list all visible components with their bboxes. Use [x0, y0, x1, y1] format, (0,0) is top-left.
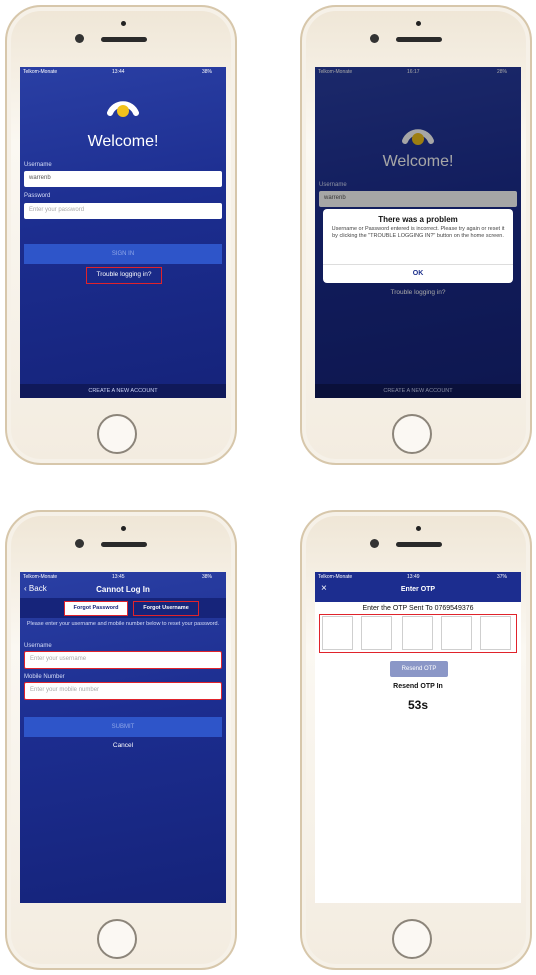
password-label: Password — [24, 193, 51, 199]
sensor-dot — [121, 21, 126, 26]
trouble-logging-in-link[interactable]: Trouble logging in? — [86, 267, 162, 284]
otp-digit-1[interactable] — [322, 616, 353, 650]
status-bar: Telkom-Monate 13:49 37% — [315, 572, 521, 582]
cancel-link[interactable]: Cancel — [20, 742, 226, 749]
battery-percent: 38% — [201, 69, 212, 75]
sensor-dot — [121, 526, 126, 531]
otp-header: Telkom-Monate 13:49 37% × Enter OTP — [315, 572, 521, 602]
page-title: Cannot Log In — [96, 585, 150, 594]
otp-digit-4[interactable] — [441, 616, 472, 650]
clock: 13:49 — [407, 574, 420, 580]
dialog-ok-button[interactable]: OK — [323, 264, 513, 283]
status-bar: Telkom-Monate 13:44 38% — [20, 67, 226, 77]
home-button — [392, 919, 432, 959]
username-input[interactable]: Enter your username — [24, 651, 222, 669]
battery-percent: 37% — [496, 574, 507, 580]
username-label: Username — [24, 643, 52, 649]
earpiece-speaker — [101, 542, 147, 547]
login-screen: Telkom-Monate 13:44 38% Welcome! Usernam… — [20, 67, 226, 398]
cannot-log-in-screen: Telkom-Monate 13:45 38% ‹ Back Cannot Lo… — [20, 572, 226, 903]
earpiece-speaker — [396, 37, 442, 42]
error-screen: Telkom-Monate 16:17 28% Welcome! Usernam… — [315, 67, 521, 398]
countdown-timer: 53s — [407, 698, 429, 712]
home-button — [392, 414, 432, 454]
front-camera — [75, 34, 84, 43]
clock: 13:45 — [112, 574, 125, 580]
nav-bar: ‹ Back Cannot Log In — [20, 582, 226, 598]
carrier-label: Telkom-Monate — [23, 69, 58, 75]
phone-frame-cannot-log-in: Telkom-Monate 13:45 38% ‹ Back Cannot Lo… — [5, 510, 237, 970]
tab-forgot-password[interactable]: Forgot Password — [64, 601, 128, 616]
reset-instructions: Please enter your username and mobile nu… — [26, 621, 220, 627]
front-camera — [370, 539, 379, 548]
tab-bar: Forgot Password Forgot Username — [20, 598, 226, 618]
welcome-heading: Welcome! — [87, 133, 159, 150]
status-bar: Telkom-Monate 13:45 38% — [20, 572, 226, 582]
otp-prompt: Enter the OTP Sent To 0769549376 — [362, 605, 474, 612]
otp-digit-5[interactable] — [480, 616, 511, 650]
resend-otp-label: Resend OTP In — [393, 683, 443, 690]
phone-frame-error: Telkom-Monate 16:17 28% Welcome! Usernam… — [300, 5, 532, 465]
clock: 13:44 — [112, 69, 125, 75]
front-camera — [370, 34, 379, 43]
otp-digit-3[interactable] — [402, 616, 433, 650]
mobile-number-label: Mobile Number — [24, 674, 65, 680]
mobile-number-input[interactable]: Enter your mobile number — [24, 682, 222, 700]
otp-digit-2[interactable] — [361, 616, 392, 650]
resend-otp-button[interactable]: Resend OTP — [390, 661, 448, 677]
home-button — [97, 919, 137, 959]
sign-in-button[interactable]: SIGN IN — [24, 244, 222, 264]
carrier-label: Telkom-Monate — [318, 574, 353, 580]
home-button — [97, 414, 137, 454]
dialog-message: Username or Password entered is incorrec… — [331, 226, 505, 239]
otp-screen: Telkom-Monate 13:49 37% × Enter OTP Ente… — [315, 572, 521, 903]
dialog-title: There was a problem — [378, 215, 458, 224]
phone-frame-otp: Telkom-Monate 13:49 37% × Enter OTP Ente… — [300, 510, 532, 970]
submit-button[interactable]: SUBMIT — [24, 717, 222, 737]
sensor-dot — [416, 526, 421, 531]
username-field[interactable]: warrenb — [24, 171, 222, 187]
earpiece-speaker — [101, 37, 147, 42]
carrier-label: Telkom-Monate — [23, 574, 58, 580]
front-camera — [75, 539, 84, 548]
tab-forgot-username[interactable]: Forgot Username — [133, 601, 199, 616]
username-label: Username — [24, 162, 52, 168]
sensor-dot — [416, 21, 421, 26]
battery-percent: 38% — [201, 574, 212, 580]
earpiece-speaker — [396, 542, 442, 547]
password-field[interactable]: Enter your password — [24, 203, 222, 219]
error-dialog: There was a problem Username or Password… — [323, 209, 513, 283]
app-logo-icon — [107, 101, 139, 117]
phone-frame-login: Telkom-Monate 13:44 38% Welcome! Usernam… — [5, 5, 237, 465]
create-account-button[interactable]: CREATE A NEW ACCOUNT — [20, 384, 226, 398]
page-title: Enter OTP — [400, 586, 436, 593]
